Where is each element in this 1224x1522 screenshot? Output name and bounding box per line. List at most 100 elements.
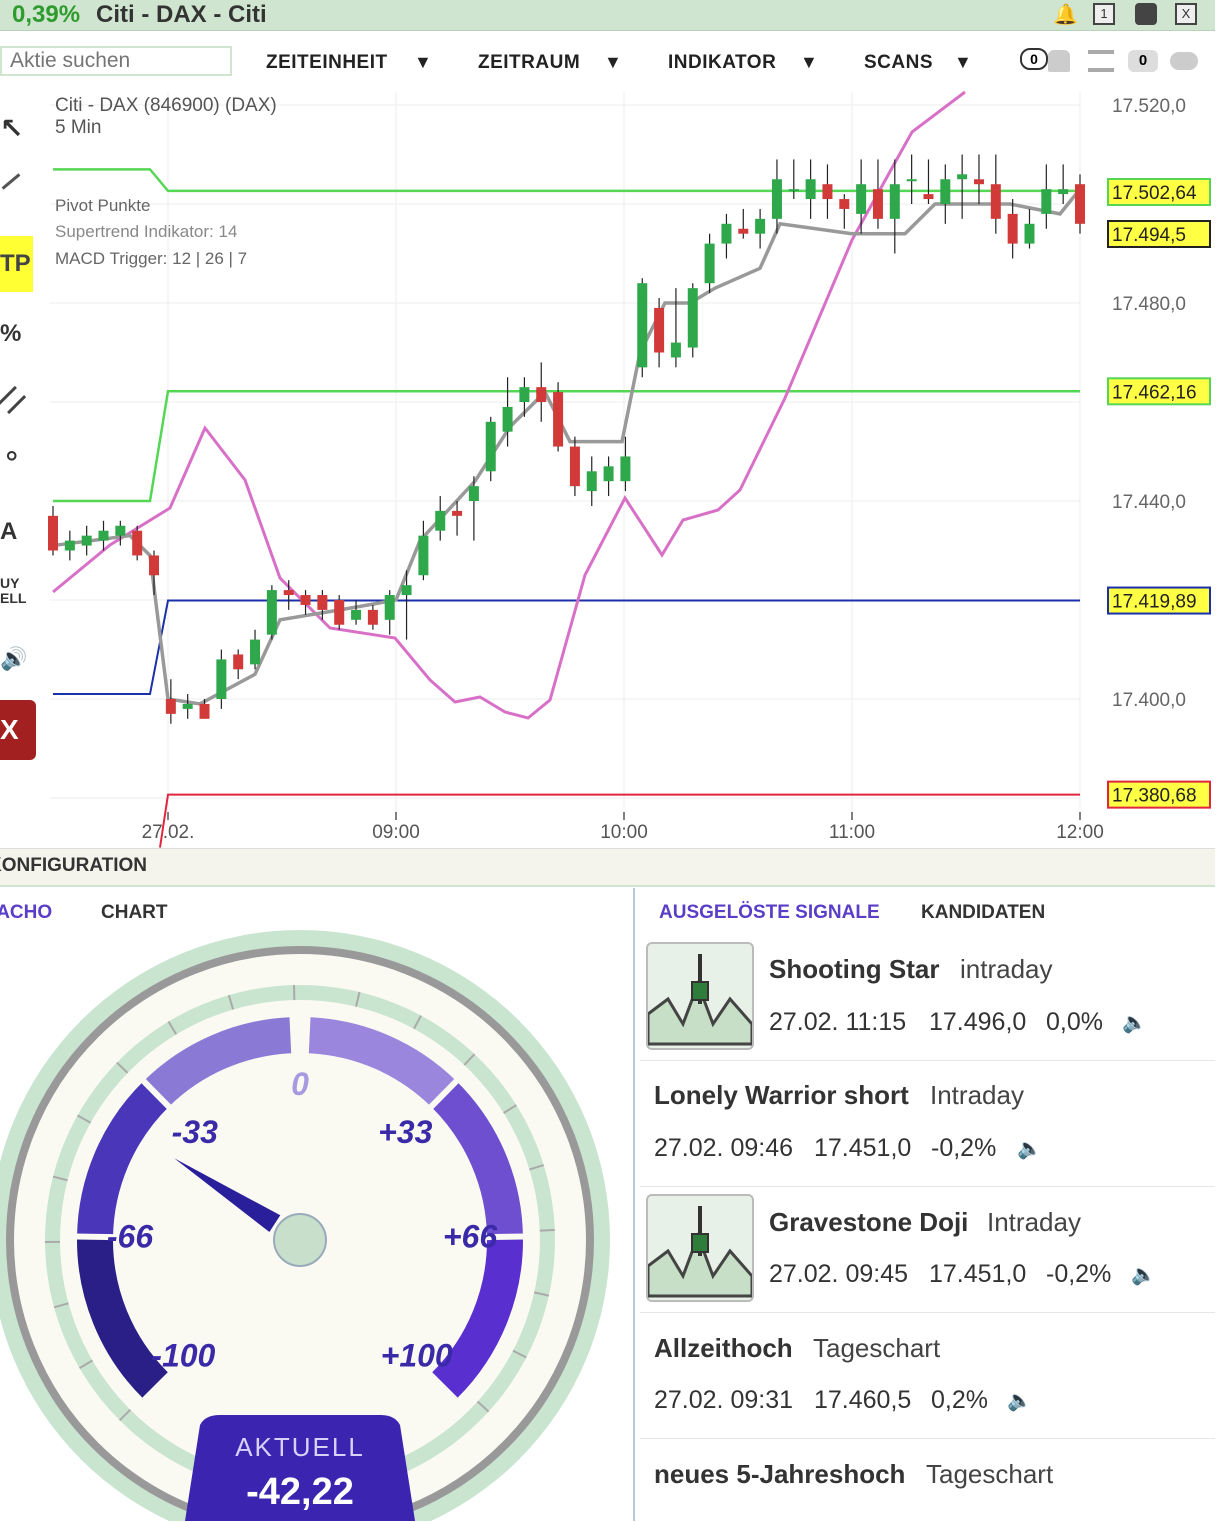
signal-date: 27.02. 09:46 <box>654 1134 793 1163</box>
chevron-down-icon: ▼ <box>604 52 622 73</box>
menu-indikator[interactable]: INDIKATOR▼ <box>668 52 776 74</box>
indicator-legend-2: Supertrend Indikator: 14 <box>55 222 237 241</box>
cloud-icon[interactable] <box>1170 52 1198 70</box>
candle <box>974 155 984 205</box>
percent-tool[interactable]: % <box>0 320 21 348</box>
text-tool[interactable]: A <box>0 518 17 546</box>
gauge-label: +66 <box>443 1218 497 1254</box>
menu-scans[interactable]: SCANS▼ <box>864 52 933 74</box>
list-add-icon <box>1088 50 1114 72</box>
signal-change: -0,2% <box>931 1134 996 1163</box>
svg-text:17.380,68: 17.380,68 <box>1112 786 1197 807</box>
candle <box>48 506 58 556</box>
candle <box>620 437 630 491</box>
candle <box>839 194 849 229</box>
tab-ausgeloeste-signale[interactable]: AUSGELÖSTE SIGNALE <box>659 902 880 924</box>
window-title: Citi - DAX - Citi <box>96 1 267 29</box>
candle <box>671 288 681 367</box>
candlestick-pattern-icon <box>646 1194 754 1302</box>
line-tool-icon[interactable] <box>2 173 21 189</box>
signal-item-shooting-star[interactable]: Shooting Star intraday 27.02. 11:15 17.4… <box>640 940 1215 1061</box>
speaker-icon[interactable]: 🔈 <box>1131 1262 1156 1287</box>
configuration-bar[interactable]: KONFIGURATION <box>0 848 1215 887</box>
candle <box>856 159 866 233</box>
tab-chart[interactable]: CHART <box>101 902 168 924</box>
signal-item-lonely-warrior[interactable]: Lonely Warrior short Intraday 27.02. 09:… <box>640 1062 1215 1187</box>
candle <box>233 650 243 680</box>
candle <box>890 159 900 253</box>
y-tick-label: 17.520,0 <box>1112 96 1186 117</box>
price-label-s1: 17.380,68 <box>1108 782 1210 808</box>
menu-zeitraum[interactable]: ZEITRAUM▼ <box>478 52 580 74</box>
signal-item-5-jahreshoch[interactable]: neues 5-Jahreshoch Tageschart <box>640 1442 1215 1522</box>
tp-button[interactable]: TP <box>0 236 33 292</box>
candle <box>435 496 445 541</box>
candle <box>789 159 799 199</box>
watchlist-add-button[interactable] <box>1086 46 1120 76</box>
candle <box>587 456 597 506</box>
buy-sell-tool[interactable]: UYELL <box>0 576 26 606</box>
menu-zeiteinheit[interactable]: ZEITEINHEIT▼ <box>266 52 388 74</box>
indicator-legend-1: Pivot Punkte <box>55 196 150 215</box>
signal-title: Lonely Warrior short <box>654 1080 909 1111</box>
price-label-last: 17.494,5 <box>1108 221 1210 247</box>
candle <box>301 590 311 615</box>
close-tool-button[interactable]: X <box>0 700 36 760</box>
price-chart[interactable]: 17.520,017.480,017.440,017.400,0 27.02.0… <box>0 88 1215 848</box>
window-1-icon[interactable]: 1 <box>1093 3 1115 25</box>
parallel-lines-icon[interactable] <box>0 386 26 414</box>
speaker-icon[interactable]: 🔊 <box>0 646 27 672</box>
menu-label: INDIKATOR <box>668 52 776 73</box>
gauge-label: +33 <box>378 1114 432 1150</box>
candle <box>368 605 378 630</box>
speaker-icon[interactable]: 🔈 <box>1017 1136 1042 1161</box>
signal-item-gravestone-doji[interactable]: Gravestone Doji Intraday 27.02. 09:45 17… <box>640 1190 1215 1313</box>
candle <box>637 278 647 377</box>
candle <box>688 283 698 357</box>
candle <box>267 585 277 639</box>
speaker-icon[interactable]: 🔈 <box>1122 1010 1147 1035</box>
tab-kandidaten[interactable]: KANDIDATEN <box>921 902 1045 924</box>
instrument-label: Citi - DAX (846900) (DAX) <box>55 95 277 116</box>
candle <box>216 650 226 709</box>
gauge-label: -100 <box>151 1338 215 1374</box>
chevron-down-icon: ▼ <box>800 52 818 73</box>
signal-price: 17.451,0 <box>929 1260 1026 1289</box>
speaker-icon[interactable]: 🔈 <box>1007 1388 1032 1413</box>
candle <box>334 595 344 630</box>
bell-icon[interactable]: 🔔 <box>1053 2 1078 27</box>
signal-type: Tageschart <box>813 1333 940 1364</box>
signal-type: intraday <box>960 954 1053 985</box>
candle <box>923 159 933 204</box>
signal-item-allzeithoch[interactable]: Allzeithoch Tageschart 27.02. 09:31 17.4… <box>640 1316 1215 1439</box>
tab-tacho[interactable]: TACHO <box>0 902 52 924</box>
x-tick-label: 12:00 <box>1056 822 1104 843</box>
signal-date: 27.02. 09:45 <box>769 1260 908 1289</box>
watch-count-badge: 0 <box>1128 50 1158 72</box>
cursor-plus-icon[interactable]: ↖ <box>0 112 23 145</box>
close-icon[interactable]: X <box>1175 3 1197 25</box>
signal-change: 0,0% <box>1046 1008 1103 1037</box>
indicator-legend-3: MACD Trigger: 12 | 26 | 7 <box>55 249 247 268</box>
maximize-icon[interactable] <box>1135 3 1157 25</box>
configuration-label: KONFIGURATION <box>0 855 147 877</box>
title-bar: 0,39% Citi - DAX - Citi 🔔 1 X <box>0 0 1215 31</box>
magnifier-icon[interactable]: ⚬ <box>0 440 23 473</box>
watch-count-button[interactable]: 0 <box>1126 46 1162 76</box>
candle <box>1041 164 1051 228</box>
candle <box>654 298 664 367</box>
search-input[interactable] <box>0 46 232 76</box>
candle <box>132 526 142 561</box>
candle <box>65 531 75 561</box>
svg-text:17.462,16: 17.462,16 <box>1112 382 1197 403</box>
x-tick-label: 11:00 <box>829 822 875 843</box>
gauge-label: 0 <box>291 1066 309 1102</box>
r2-line <box>53 169 1080 191</box>
signal-price: 17.460,5 <box>814 1386 911 1415</box>
y-tick-label: 17.440,0 <box>1112 492 1186 513</box>
candle <box>1075 174 1085 233</box>
signal-title: Shooting Star <box>769 954 939 985</box>
candle <box>82 526 92 556</box>
alerts-button[interactable]: 0 <box>1018 46 1074 76</box>
signal-title: Allzeithoch <box>654 1333 793 1364</box>
